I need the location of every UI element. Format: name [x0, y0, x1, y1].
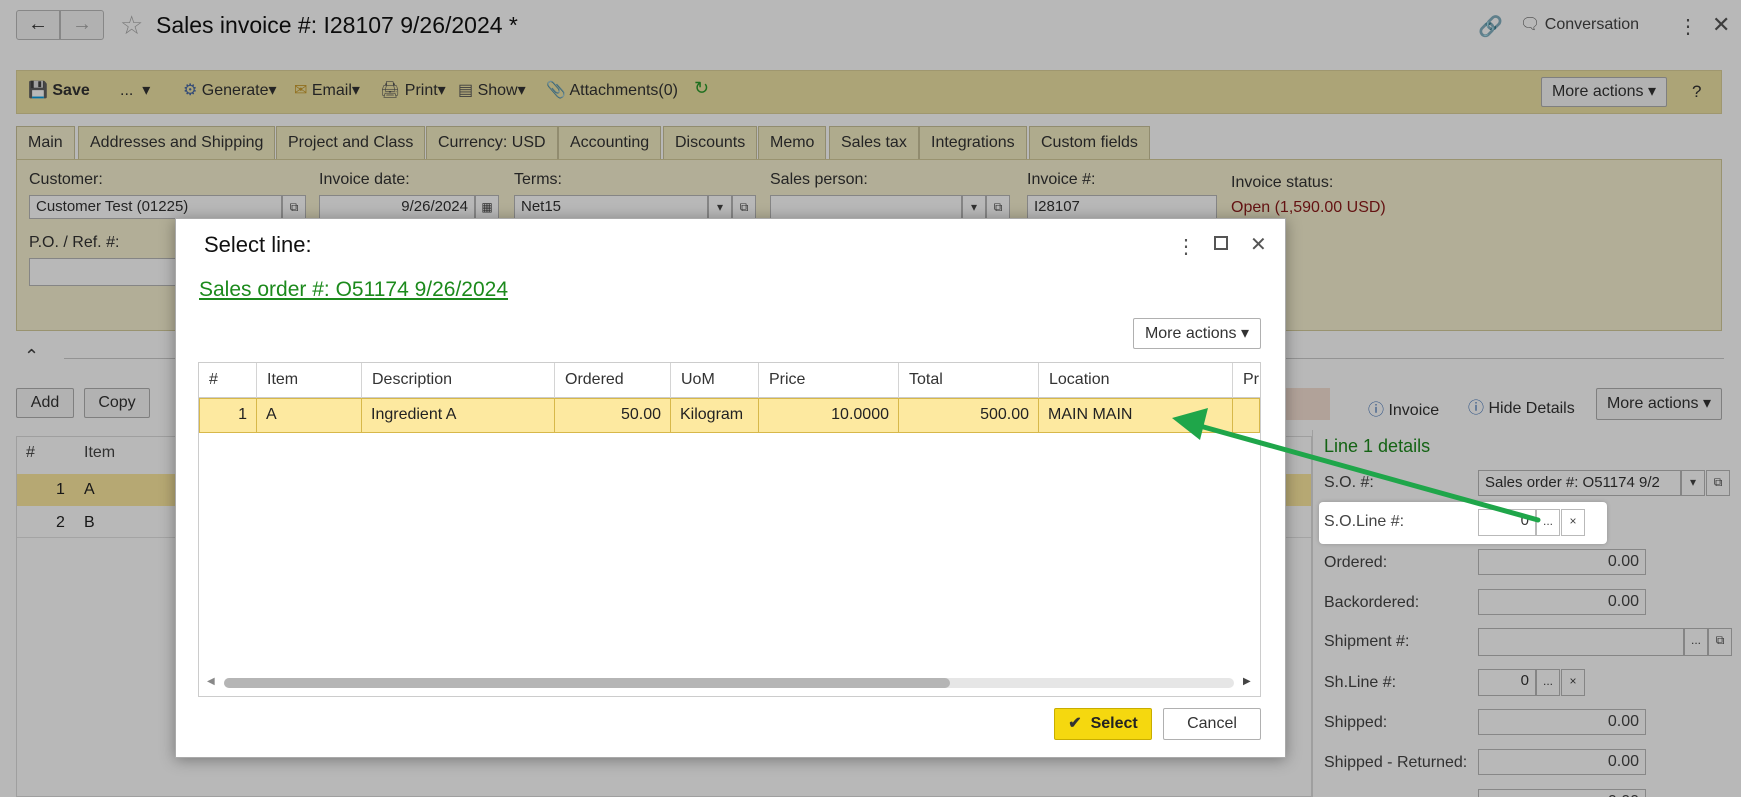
- annotation-arrow: [1172, 408, 1541, 523]
